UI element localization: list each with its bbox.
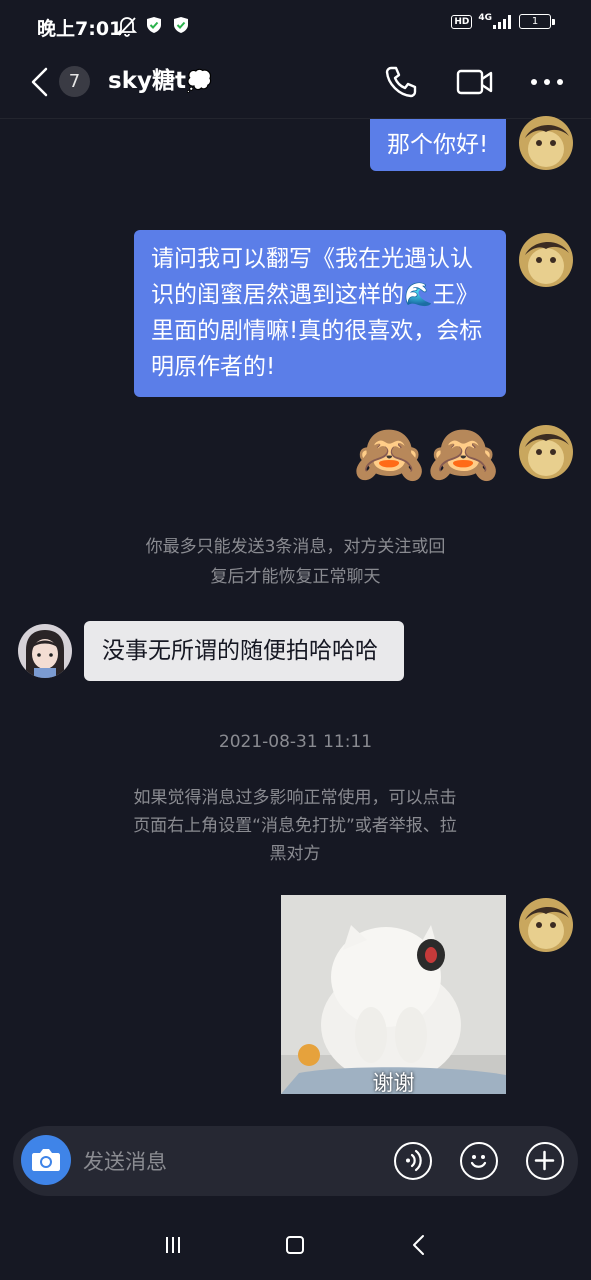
mute-bell-icon xyxy=(116,15,138,41)
signal-icon: 4G xyxy=(478,13,513,29)
phone-call-icon[interactable] xyxy=(384,65,418,103)
shield-icon xyxy=(146,16,162,34)
video-call-icon[interactable] xyxy=(456,67,494,101)
message-line: 识的闺蜜居然遇到这样的🌊王》 xyxy=(151,282,479,308)
my-avatar[interactable] xyxy=(519,898,573,952)
message-timestamp: 2021-08-31 11:11 xyxy=(218,732,373,752)
unread-count-badge[interactable]: 7 xyxy=(59,66,90,97)
my-message-bubble[interactable]: 请问我可以翻写《我在光遇认认 识的闺蜜居然遇到这样的🌊王》 里面的剧情嘛!真的很… xyxy=(134,230,506,397)
home-icon[interactable] xyxy=(285,1235,305,1259)
voice-message-button[interactable] xyxy=(394,1142,432,1180)
my-avatar[interactable] xyxy=(519,116,573,170)
chat-title[interactable]: sky糖t💭 xyxy=(108,66,212,97)
my-avatar[interactable] xyxy=(519,425,573,479)
my-avatar[interactable] xyxy=(519,233,573,287)
emoji-message[interactable]: 🙈🙈 xyxy=(353,418,501,490)
recent-apps-icon[interactable] xyxy=(163,1235,183,1259)
my-message-bubble[interactable]: 那个你好! xyxy=(370,119,506,171)
camera-icon xyxy=(32,1149,60,1171)
smiley-icon xyxy=(470,1155,487,1168)
system-notice: 如果觉得消息过多影响正常使用，可以点击 页面右上角设置“消息免打扰”或者举报、拉… xyxy=(133,788,457,864)
contact-message-bubble[interactable]: 没事无所谓的随便拍哈哈哈 xyxy=(84,621,404,681)
back-arrow-icon[interactable] xyxy=(28,66,52,102)
add-attachment-button[interactable] xyxy=(526,1142,564,1180)
status-time: 晚上7:01 xyxy=(37,18,123,40)
sticker-caption: 谢谢 xyxy=(372,1071,415,1094)
battery-icon: 1 xyxy=(519,14,555,29)
camera-button[interactable] xyxy=(21,1135,71,1185)
back-nav-icon[interactable] xyxy=(409,1234,429,1260)
white-cat-sticker xyxy=(281,895,506,1094)
voice-wave-icon xyxy=(406,1149,422,1172)
sticker-image[interactable]: 谢谢 xyxy=(281,895,506,1094)
plus-icon xyxy=(534,1150,555,1171)
message-line: 明原作者的! xyxy=(151,354,276,380)
system-message: 你最多只能发送3条消息，对方关注或回 复后才能恢复正常聊天 xyxy=(145,537,446,587)
shield-icon xyxy=(173,16,189,34)
status-indicators: HD 4G 1 xyxy=(451,13,555,29)
more-options-icon[interactable] xyxy=(530,74,564,93)
hd-badge: HD xyxy=(451,14,473,29)
emoji-button[interactable] xyxy=(460,1142,498,1180)
message-line: 里面的剧情嘛!真的很喜欢，会标 xyxy=(151,318,483,344)
message-input[interactable]: 发送消息 xyxy=(83,1146,167,1176)
contact-avatar[interactable] xyxy=(18,624,72,678)
message-line: 请问我可以翻写《我在光遇认认 xyxy=(151,246,473,272)
